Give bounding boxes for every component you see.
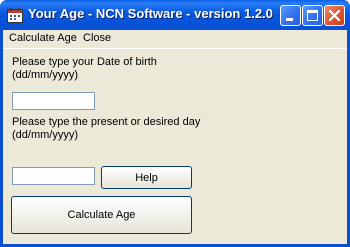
- client-area: Calculate Age Close Please type your Dat…: [3, 30, 347, 244]
- app-window: Your Age - NCN Software - version 1.2.0 …: [0, 0, 350, 247]
- dob-input[interactable]: [12, 92, 95, 110]
- calendar-app-icon: [7, 8, 23, 23]
- calculate-age-button[interactable]: Calculate Age: [11, 196, 192, 234]
- maximize-icon: [307, 10, 318, 21]
- menu-close[interactable]: Close: [83, 32, 111, 44]
- present-label-line2: (dd/mm/yyyy): [12, 129, 78, 141]
- dob-label-line1: Please type your Date of birth: [12, 56, 157, 68]
- minimize-icon: [286, 18, 293, 21]
- dob-label-line2: (dd/mm/yyyy): [12, 69, 78, 81]
- close-button[interactable]: [324, 5, 345, 26]
- minimize-button[interactable]: [280, 5, 301, 26]
- menu-separator: [3, 48, 347, 49]
- maximize-button[interactable]: [302, 5, 323, 26]
- menu-bar: Calculate Age Close: [3, 30, 347, 48]
- present-label-line1: Please type the present or desired day: [12, 116, 201, 128]
- title-bar[interactable]: Your Age - NCN Software - version 1.2.0: [0, 0, 350, 30]
- window-title: Your Age - NCN Software - version 1.2.0: [28, 6, 273, 21]
- present-date-input[interactable]: [12, 167, 95, 185]
- help-button[interactable]: Help: [101, 166, 192, 189]
- menu-calculate-age[interactable]: Calculate Age: [9, 32, 77, 44]
- close-icon: [328, 9, 341, 22]
